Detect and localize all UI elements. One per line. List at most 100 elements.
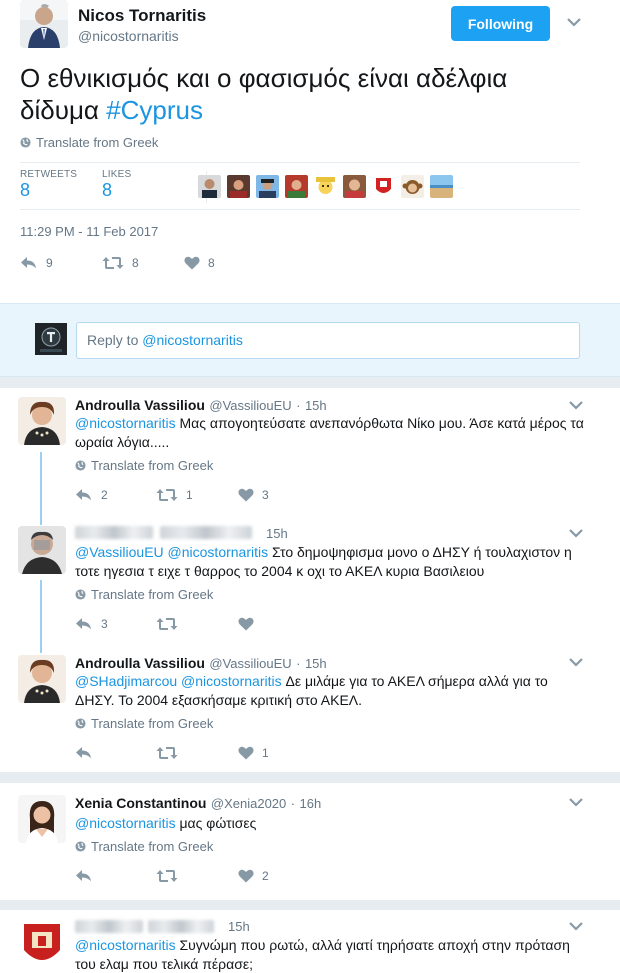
reply-mention[interactable]: @nicostornaritis — [75, 415, 176, 431]
reply-author-handle-blurred[interactable] — [148, 920, 218, 933]
reply-action[interactable]: 9 — [20, 256, 53, 270]
retweet-action[interactable] — [156, 617, 178, 631]
reply-avatar[interactable] — [18, 920, 66, 968]
like-action[interactable]: 8 — [184, 256, 215, 270]
reply-mention[interactable]: @VassiliouEU @nicostornaritis — [75, 544, 268, 560]
reply-text: @nicostornaritis μας φώτισες — [75, 814, 585, 833]
reply-avatar[interactable] — [18, 655, 66, 703]
translate-label: Translate from Greek — [91, 716, 214, 731]
reply-dot: · — [296, 656, 301, 671]
like-count: 3 — [262, 488, 269, 502]
reply-text: @SHadjimarcou @nicostornaritis Δε μιλάμε… — [75, 672, 585, 710]
like-count: 1 — [262, 746, 269, 760]
reply-time[interactable]: 15h — [305, 398, 327, 413]
section-divider — [0, 900, 620, 910]
liker-avatar[interactable] — [430, 175, 453, 198]
reply-icon — [76, 747, 91, 759]
translate-link[interactable]: Translate from Greek — [75, 716, 213, 731]
reply-action[interactable]: 2 — [75, 488, 108, 502]
reply-dot: · — [296, 398, 301, 413]
translate-label: Translate from Greek — [91, 839, 214, 854]
tweet-stats: RETWEETS 8 LIKES 8 — [20, 162, 580, 210]
chevron-down-icon[interactable] — [567, 17, 581, 27]
retweets-stat[interactable]: RETWEETS 8 — [20, 169, 77, 201]
translate-label: Translate from Greek — [36, 135, 159, 150]
retweet-action[interactable]: 1 — [156, 488, 193, 502]
reply-author-handle-blurred[interactable] — [160, 526, 255, 539]
reply-count: 9 — [46, 256, 53, 270]
heart-icon — [238, 488, 254, 502]
translate-link[interactable]: Translate from Greek — [75, 839, 213, 854]
reply-author-name-blurred[interactable] — [75, 526, 155, 539]
like-action[interactable]: 2 — [238, 869, 269, 883]
reply-author-name[interactable]: Xenia Constantinou — [75, 795, 206, 811]
current-user-avatar — [35, 323, 67, 355]
translate-link[interactable]: Translate from Greek — [75, 458, 213, 473]
chevron-down-icon[interactable] — [569, 921, 583, 931]
chevron-down-icon[interactable] — [569, 400, 583, 410]
reply-author-handle[interactable]: @VassiliouEU — [209, 398, 291, 413]
retweet-action[interactable] — [156, 869, 178, 883]
reply-mention[interactable]: @nicostornaritis — [75, 937, 176, 953]
globe-icon — [75, 589, 86, 600]
translate-label: Translate from Greek — [91, 587, 214, 602]
reply-author-handle[interactable]: @VassiliouEU — [209, 656, 291, 671]
liker-avatar[interactable] — [372, 175, 395, 198]
reply-time[interactable]: 16h — [300, 796, 322, 811]
reply-time[interactable]: 15h — [266, 526, 288, 541]
retweet-action[interactable] — [156, 746, 178, 760]
author-name[interactable]: Nicos Tornaritis — [78, 6, 206, 26]
chevron-down-icon[interactable] — [569, 528, 583, 538]
reply-text: @nicostornaritis Μας απογοητεύσατε ανεπα… — [75, 414, 585, 452]
reply-mention[interactable]: @nicostornaritis — [75, 815, 176, 831]
reply-input[interactable]: Reply to @nicostornaritis — [76, 322, 580, 359]
chevron-down-icon[interactable] — [569, 797, 583, 807]
reply-mention[interactable]: @SHadjimarcou @nicostornaritis — [75, 673, 282, 689]
reply-time[interactable]: 15h — [305, 656, 327, 671]
reply-avatar[interactable] — [18, 397, 66, 445]
retweet-icon — [102, 257, 124, 269]
liker-avatar[interactable] — [285, 175, 308, 198]
heart-icon — [238, 746, 254, 760]
section-divider — [0, 377, 620, 388]
retweets-label: RETWEETS — [20, 169, 78, 180]
hashtag-link[interactable]: #Cyprus — [106, 95, 203, 125]
author-avatar[interactable] — [20, 0, 68, 48]
thread-line — [40, 580, 42, 653]
reply-author-handle[interactable]: @Xenia2020 — [211, 796, 286, 811]
liker-avatar[interactable] — [343, 175, 366, 198]
heart-icon — [184, 256, 200, 270]
like-count: 2 — [262, 869, 269, 883]
following-button[interactable]: Following — [451, 6, 550, 41]
reply-author-name[interactable]: Androulla Vassiliou — [75, 397, 205, 413]
liker-avatar[interactable] — [227, 175, 250, 198]
reply-author-name-blurred[interactable] — [75, 920, 145, 933]
section-divider — [0, 772, 620, 783]
liker-avatar[interactable] — [198, 175, 221, 198]
reply-action[interactable] — [75, 869, 93, 883]
liker-avatar[interactable] — [401, 175, 424, 198]
likes-stat[interactable]: LIKES 8 — [102, 169, 131, 201]
reply-avatar[interactable] — [18, 795, 66, 843]
reply-action[interactable] — [75, 746, 93, 760]
chevron-down-icon[interactable] — [569, 657, 583, 667]
author-handle[interactable]: @nicostornaritis — [78, 28, 179, 44]
thread-line — [40, 452, 42, 525]
retweet-icon — [156, 489, 178, 501]
reply-action[interactable]: 3 — [75, 617, 108, 631]
reply-avatar[interactable] — [18, 526, 66, 574]
like-action[interactable]: 3 — [238, 488, 269, 502]
translate-link[interactable]: Translate from Greek — [20, 135, 158, 150]
retweet-action[interactable]: 8 — [102, 256, 139, 270]
tweet-text: Ο εθνικισμός και ο φασισμός είναι αδέλφι… — [20, 62, 580, 126]
reply-time[interactable]: 15h — [228, 919, 250, 934]
liker-avatar[interactable] — [256, 175, 279, 198]
reply-dot: · — [290, 796, 296, 811]
tweet-timestamp[interactable]: 11:29 PM - 11 Feb 2017 — [20, 224, 158, 239]
like-action[interactable] — [238, 617, 254, 631]
liker-avatar[interactable] — [314, 175, 337, 198]
reply-author-name[interactable]: Androulla Vassiliou — [75, 655, 205, 671]
reply-text: @nicostornaritis Συγνώμη που ρωτώ, αλλά … — [75, 936, 585, 973]
like-action[interactable]: 1 — [238, 746, 269, 760]
translate-link[interactable]: Translate from Greek — [75, 587, 213, 602]
